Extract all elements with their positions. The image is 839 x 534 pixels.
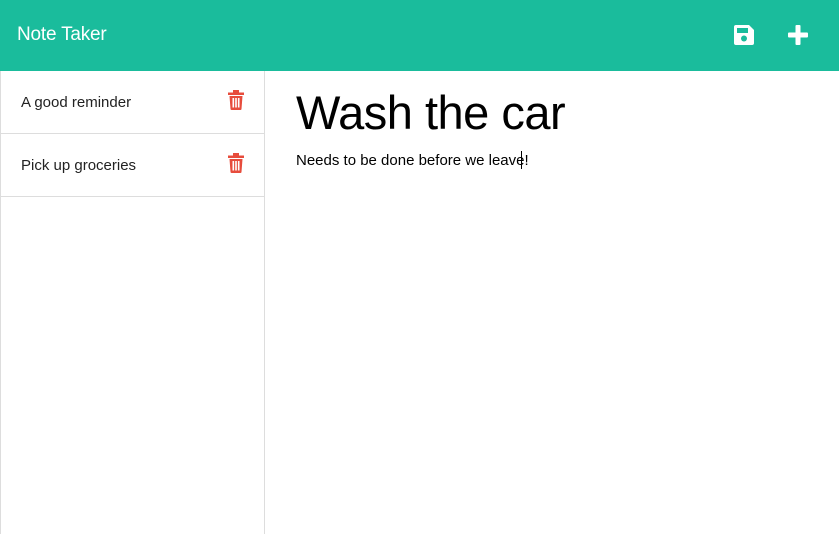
trash-icon [228, 153, 244, 173]
delete-note-button[interactable] [227, 152, 245, 174]
note-editor: Needs to be done before we leave! [265, 71, 839, 534]
plus-icon [788, 25, 808, 45]
trash-icon [228, 90, 244, 110]
new-note-button[interactable] [786, 22, 810, 48]
note-list-item[interactable]: A good reminder [1, 71, 264, 134]
delete-note-button[interactable] [227, 89, 245, 111]
text-cursor [521, 151, 522, 169]
save-note-button[interactable] [732, 22, 756, 48]
note-list-item-title: Pick up groceries [21, 157, 137, 174]
note-list-item-title: A good reminder [21, 94, 132, 111]
save-icon [734, 25, 754, 45]
note-title-input[interactable] [296, 83, 816, 141]
navbar: Note Taker [0, 0, 839, 71]
note-text-area[interactable]: Needs to be done before we leave! [296, 151, 816, 511]
note-list-item[interactable]: Pick up groceries [1, 134, 264, 197]
brand-link[interactable]: Note Taker [17, 24, 107, 46]
notes-sidebar: A good reminder Pick up groceries [0, 71, 265, 534]
